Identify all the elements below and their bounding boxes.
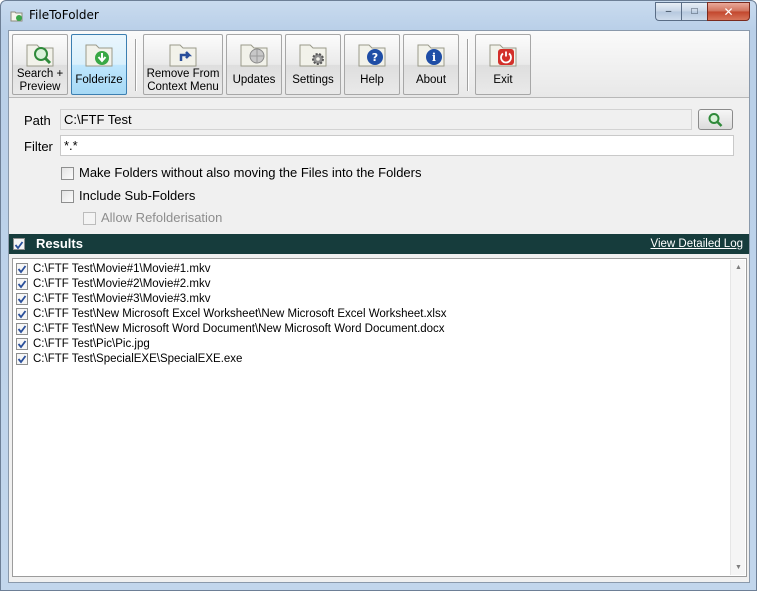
exit-power-icon (489, 44, 517, 67)
item-checkbox[interactable] (16, 293, 28, 305)
checkmark-icon (17, 295, 27, 304)
folderize-button[interactable]: Folderize (71, 34, 127, 95)
checkmark-icon (14, 241, 24, 250)
svg-text:?: ? (372, 51, 378, 64)
search-icon (708, 113, 723, 127)
checkmark-icon (17, 325, 27, 334)
item-path: C:\FTF Test\New Microsoft Word Document\… (33, 323, 445, 335)
item-checkbox[interactable] (16, 353, 28, 365)
toolbar: Search + Preview Folderize Remove From C… (9, 31, 749, 98)
settings-button[interactable]: Settings (285, 34, 341, 95)
app-window: FileToFolder – □ ✕ Search + Preview Fold… (0, 0, 757, 591)
about-button[interactable]: i About (403, 34, 459, 95)
about-label: About (415, 74, 447, 86)
results-list[interactable]: C:\FTF Test\Movie#1\Movie#1.mkv C:\FTF T… (12, 258, 747, 577)
include-subfolders-label: Include Sub-Folders (79, 188, 196, 203)
path-label: Path (24, 113, 51, 128)
exit-label: Exit (493, 74, 513, 86)
minimize-button[interactable]: – (655, 2, 681, 21)
scroll-down-arrow-icon[interactable]: ▼ (731, 560, 746, 575)
toolbar-separator (467, 39, 469, 91)
window-title: FileToFolder (29, 8, 99, 22)
checkmark-icon (17, 280, 27, 289)
close-button[interactable]: ✕ (707, 2, 750, 21)
item-path: C:\FTF Test\Movie#3\Movie#3.mkv (33, 293, 211, 305)
item-checkbox[interactable] (16, 338, 28, 350)
close-icon: ✕ (723, 4, 734, 19)
filter-field[interactable]: *.* (60, 135, 734, 156)
folderize-download-icon (85, 44, 113, 67)
updates-globe-icon (240, 44, 268, 67)
item-path: C:\FTF Test\Pic\Pic.jpg (33, 338, 150, 350)
item-path: C:\FTF Test\SpecialEXE\SpecialEXE.exe (33, 353, 243, 365)
app-icon (10, 11, 23, 22)
results-title: Results (36, 236, 83, 251)
remove-context-menu-button[interactable]: Remove From Context Menu (143, 34, 223, 95)
maximize-icon: □ (691, 6, 698, 17)
select-all-checkbox[interactable] (13, 238, 25, 250)
checkmark-icon (17, 340, 27, 349)
svg-text:i: i (432, 51, 436, 64)
exit-button[interactable]: Exit (475, 34, 531, 95)
make-folders-only-label: Make Folders without also moving the Fil… (79, 165, 422, 180)
folderize-label: Folderize (75, 74, 123, 86)
item-checkbox[interactable] (16, 263, 28, 275)
filter-label: Filter (24, 139, 53, 154)
remove-context-label-2: Context Menu (147, 81, 219, 93)
remove-context-menu-icon (169, 44, 197, 67)
view-detailed-log-link[interactable]: View Detailed Log (651, 238, 744, 250)
toolbar-separator (135, 39, 137, 91)
search-preview-label-1: Search + (16, 68, 64, 80)
help-label: Help (360, 74, 384, 86)
item-checkbox[interactable] (16, 323, 28, 335)
scroll-up-arrow-icon[interactable]: ▲ (731, 260, 746, 275)
item-checkbox[interactable] (16, 278, 28, 290)
search-preview-button[interactable]: Search + Preview (12, 34, 68, 95)
item-checkbox[interactable] (16, 308, 28, 320)
help-button[interactable]: ? Help (344, 34, 400, 95)
item-path: C:\FTF Test\Movie#1\Movie#1.mkv (33, 263, 211, 275)
allow-refolderisation-label: Allow Refolderisation (101, 210, 223, 225)
settings-label: Settings (292, 74, 334, 86)
settings-gear-icon (299, 44, 327, 67)
vertical-scrollbar[interactable]: ▲ ▼ (730, 260, 745, 575)
about-info-icon: i (417, 44, 445, 67)
client-area: Search + Preview Folderize Remove From C… (8, 30, 750, 583)
magnifier-folder-icon (26, 44, 54, 67)
item-path: C:\FTF Test\New Microsoft Excel Workshee… (33, 308, 447, 320)
make-folders-only-checkbox[interactable] (61, 167, 74, 180)
checkmark-icon (17, 310, 27, 319)
help-question-icon: ? (358, 44, 386, 67)
allow-refolderisation-checkbox (83, 212, 96, 225)
maximize-button[interactable]: □ (681, 2, 707, 21)
include-subfolders-checkbox[interactable] (61, 190, 74, 203)
remove-context-label-1: Remove From (146, 68, 220, 80)
checkmark-icon (17, 355, 27, 364)
results-header: Results View Detailed Log (9, 234, 749, 254)
title-bar[interactable]: FileToFolder – □ ✕ (1, 1, 756, 29)
updates-button[interactable]: Updates (226, 34, 282, 95)
path-field[interactable]: C:\FTF Test (60, 109, 692, 130)
checkmark-icon (17, 265, 27, 274)
search-preview-label-2: Preview (19, 81, 61, 93)
updates-label: Updates (232, 74, 276, 86)
minimize-icon: – (665, 6, 672, 17)
item-path: C:\FTF Test\Movie#2\Movie#2.mkv (33, 278, 211, 290)
browse-search-button[interactable] (698, 109, 733, 130)
